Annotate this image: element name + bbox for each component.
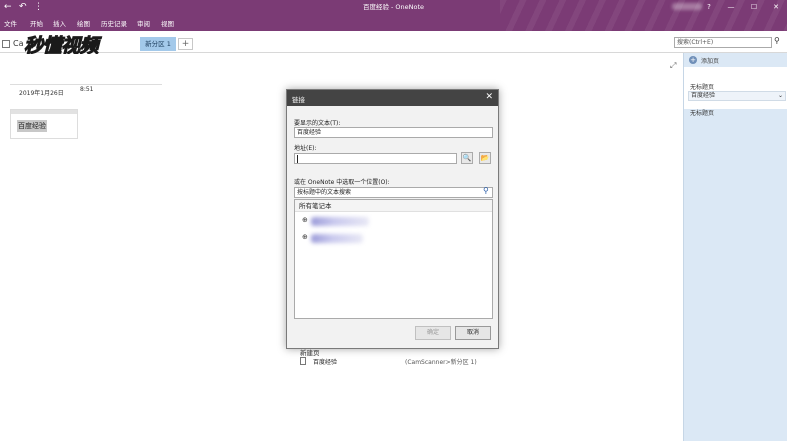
- search-input[interactable]: 搜索(Ctrl+E): [674, 37, 772, 48]
- ribbon: 文件 开始 插入 绘图 历史记录 审阅 视图: [0, 0, 787, 31]
- page-list-panel: + 添加页 无标题页 百度经验 ⌄ 无标题页: [683, 53, 787, 441]
- notebook-name[interactable]: Ca: [13, 39, 24, 48]
- ok-button[interactable]: 确定: [415, 326, 451, 340]
- tab-file[interactable]: 文件: [4, 18, 17, 28]
- expand-notebook-icon[interactable]: ⊕: [302, 233, 308, 241]
- location-tree[interactable]: 所有笔记本 ⊕ ⊕ 新建页 百度经验 (CamScanner>新分区 1): [294, 199, 493, 366]
- result-page-path: (CamScanner>新分区 1): [405, 359, 477, 366]
- notebook-icon[interactable]: [2, 40, 10, 48]
- location-search-input[interactable]: 按标题中的文本搜索: [294, 187, 493, 198]
- text-to-display-input[interactable]: 百度经验: [294, 127, 493, 138]
- page-icon: [300, 357, 306, 365]
- notebook-item-2[interactable]: [311, 234, 363, 243]
- page-item-untitled-2[interactable]: 无标题页: [690, 108, 714, 117]
- ribbon-decoration: [500, 0, 787, 31]
- address-label: 地址(E):: [294, 145, 317, 152]
- tab-view[interactable]: 视图: [161, 18, 174, 28]
- page-group: 无标题页 百度经验 ⌄: [684, 67, 787, 109]
- close-icon[interactable]: ✕: [485, 92, 493, 103]
- dialog-title: 链接: [292, 96, 305, 104]
- add-section-button[interactable]: +: [178, 38, 193, 50]
- tab-history[interactable]: 历史记录: [101, 18, 127, 28]
- link-dialog: 链接 ✕ 要显示的文本(T): 百度经验 地址(E): 🔍 📂 或在 OneNo…: [286, 89, 499, 366]
- tab-draw[interactable]: 绘图: [77, 18, 90, 28]
- search-icon[interactable]: ⚲: [483, 186, 489, 195]
- page-item-untitled-1[interactable]: 无标题页: [690, 82, 714, 91]
- tab-insert[interactable]: 插入: [53, 18, 66, 28]
- tab-home[interactable]: 开始: [30, 18, 43, 28]
- note-container[interactable]: 百度经验: [10, 109, 78, 139]
- expand-notebook-icon[interactable]: ⊕: [302, 216, 308, 224]
- search-icon[interactable]: ⚲: [774, 36, 780, 45]
- note-text[interactable]: 百度经验: [17, 120, 47, 132]
- notebook-item-1[interactable]: [311, 217, 369, 226]
- cancel-button[interactable]: 取消: [455, 326, 491, 340]
- expand-icon[interactable]: ⤢: [670, 61, 676, 71]
- add-page-button[interactable]: + 添加页: [684, 53, 787, 67]
- text-caret: [297, 154, 298, 163]
- page-title-line: [10, 84, 162, 85]
- browse-web-button[interactable]: 🔍: [461, 152, 473, 164]
- note-drag-handle[interactable]: [11, 110, 77, 114]
- dialog-title-bar[interactable]: 链接 ✕: [287, 90, 498, 106]
- page-date: 2019年1月26日: [19, 90, 64, 97]
- add-page-icon: +: [689, 56, 697, 64]
- list-item[interactable]: 百度经验 (CamScanner>新分区 1): [295, 356, 492, 367]
- text-to-display-label: 要显示的文本(T):: [294, 120, 341, 127]
- all-notebooks-header: 所有笔记本: [295, 200, 492, 212]
- result-page-name: 百度经验: [313, 359, 338, 366]
- location-label: 或在 OneNote 中选取一个位置(O):: [294, 179, 390, 186]
- browse-file-button[interactable]: 📂: [479, 152, 491, 164]
- page-item-label: 百度经验: [691, 92, 716, 99]
- section-bar: Ca 秒懂视频 新分区 1 + 搜索(Ctrl+E) ⚲: [0, 31, 787, 58]
- page-item-baidu[interactable]: 百度经验 ⌄: [688, 91, 786, 101]
- tab-section-1[interactable]: 新分区 1: [140, 37, 176, 51]
- page-time: 8:51: [80, 86, 94, 93]
- add-page-label: 添加页: [701, 58, 720, 65]
- tab-review[interactable]: 审阅: [137, 18, 150, 28]
- chevron-down-icon[interactable]: ⌄: [778, 92, 783, 100]
- address-input[interactable]: [294, 153, 457, 164]
